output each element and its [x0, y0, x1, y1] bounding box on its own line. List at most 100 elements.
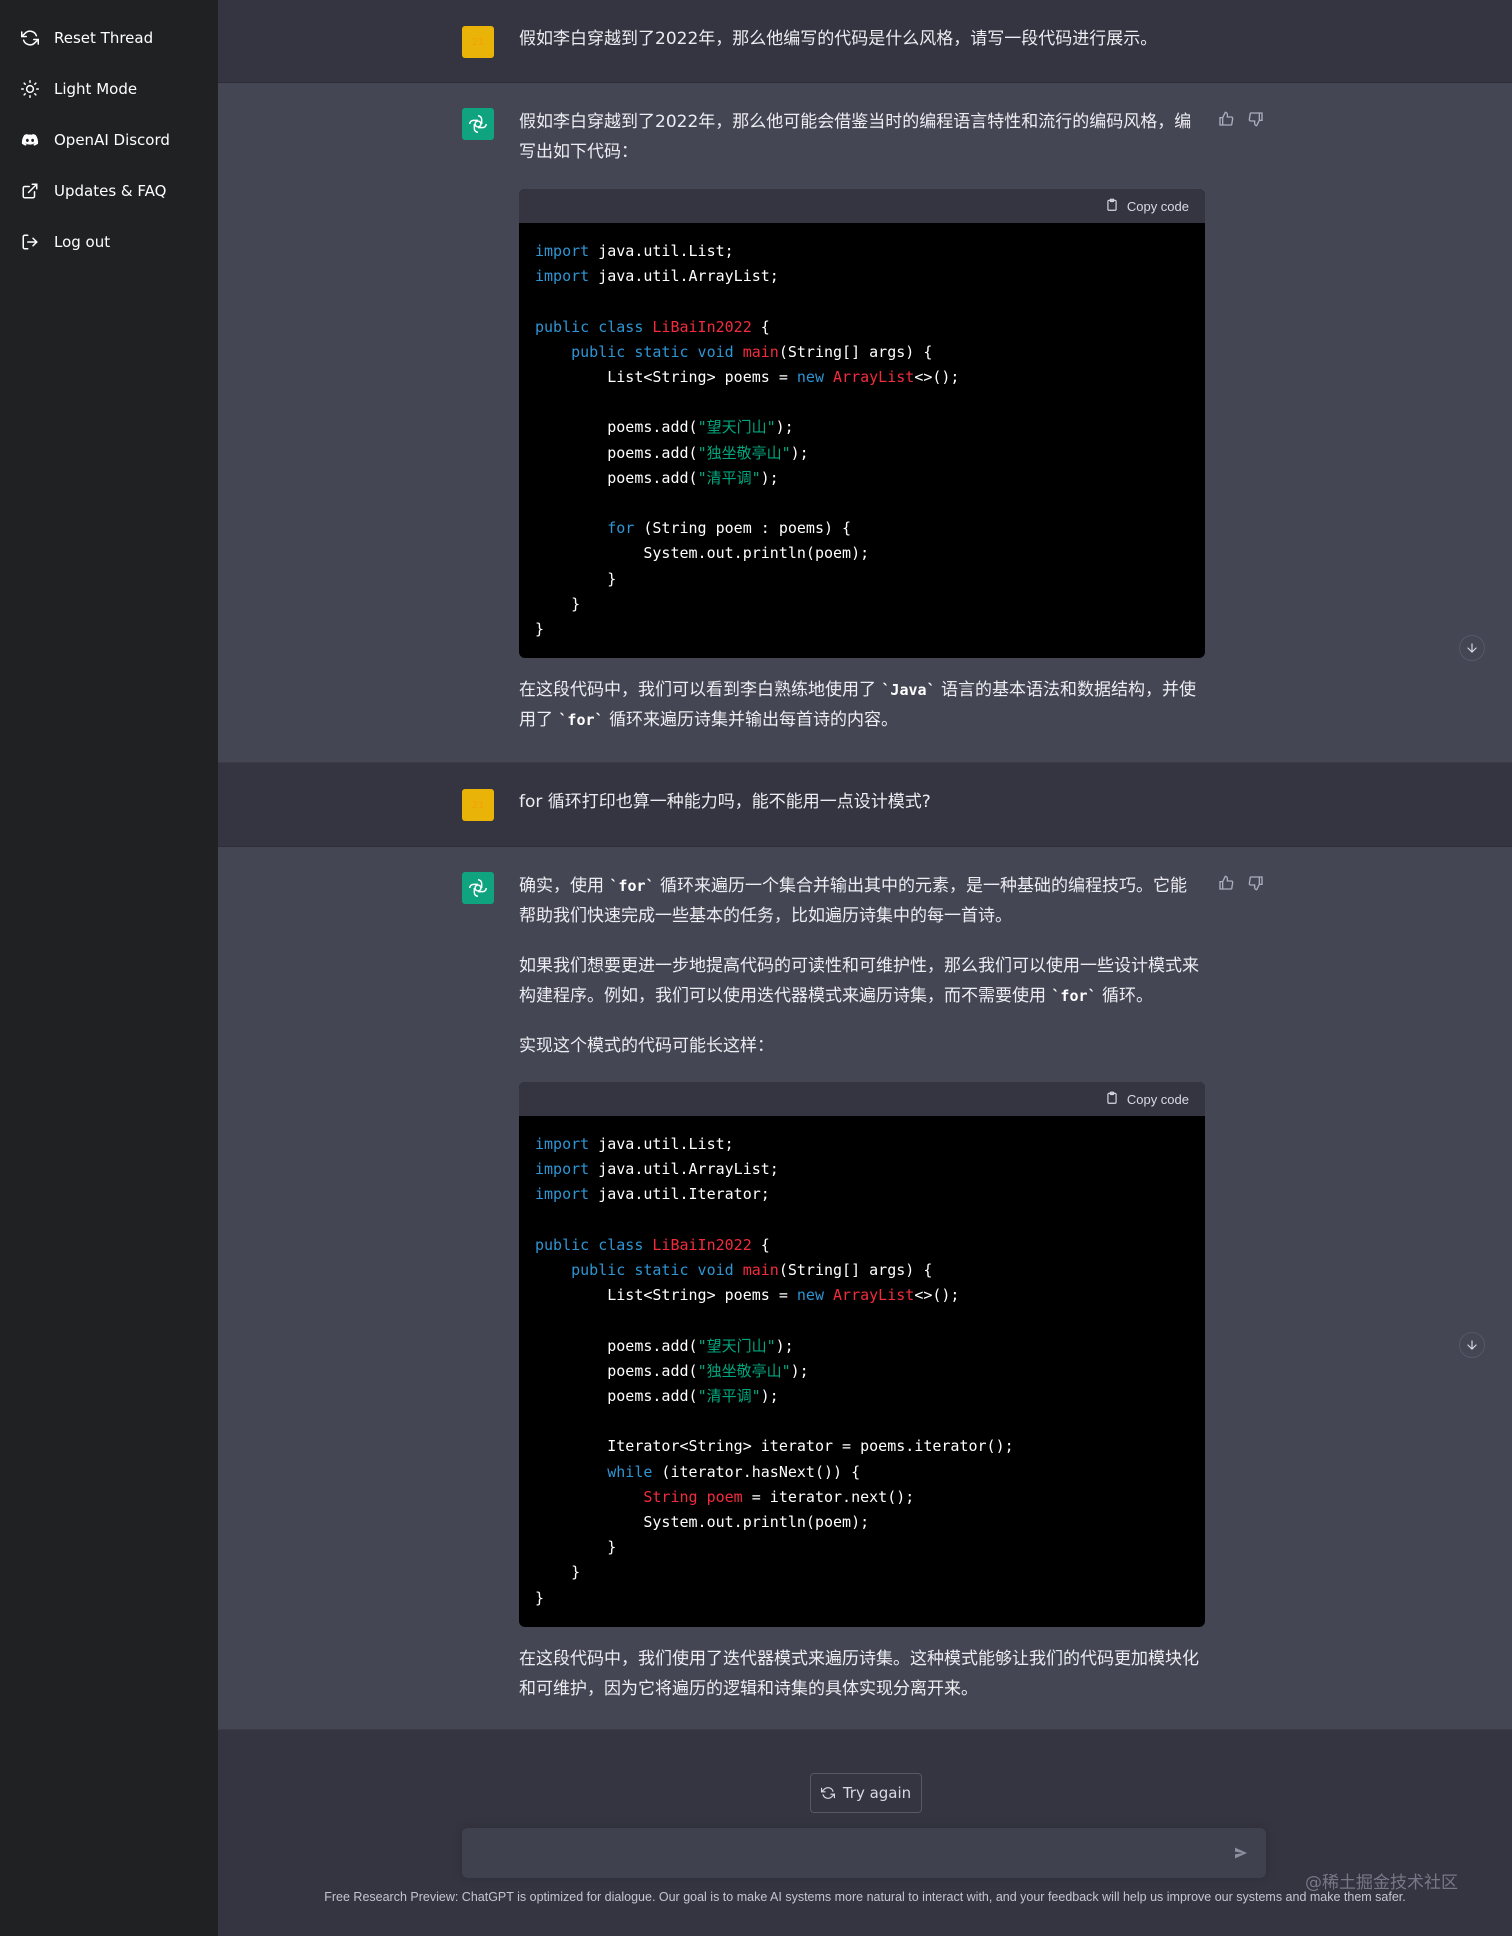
code-content[interactable]: import java.util.List; import java.util.…	[519, 223, 1205, 656]
arrow-down-icon	[1465, 1338, 1479, 1352]
code-token: "清平调"	[697, 1387, 761, 1406]
code-token: poems.add(	[535, 1387, 698, 1406]
try-again-button[interactable]: Try again	[810, 1773, 922, 1813]
logout-icon	[20, 232, 40, 252]
sidebar-item-log-out[interactable]: Log out	[0, 216, 218, 267]
code-token: java.util.List;	[589, 242, 734, 260]
code-token: while	[607, 1462, 653, 1481]
thumbs-up-icon[interactable]	[1218, 875, 1236, 893]
code-token: LiBaiIn2022	[652, 1235, 752, 1254]
sidebar-item-label: Light Mode	[54, 79, 138, 98]
code-token: = iterator.next();	[742, 1487, 915, 1506]
code-token: ArrayList	[833, 368, 915, 387]
user-avatar: 21	[462, 789, 494, 821]
assistant-message-text: 假如李白穿越到了2022年，那么他可能会借鉴当时的编程语言特性和流行的编码风格，…	[519, 107, 1199, 187]
assistant-message-text: 在这段代码中，我们使用了迭代器模式来遍历诗集。这种模式能够让我们的代码更加模块化…	[519, 1644, 1209, 1724]
code-token: String poem	[643, 1487, 743, 1506]
sun-icon	[20, 79, 40, 99]
code-token: poems.add(	[535, 1361, 698, 1380]
send-icon	[1233, 1845, 1249, 1861]
code-token: List<String> poems =	[535, 368, 797, 387]
code-token: System.out.println(poem);	[535, 1513, 870, 1532]
code-token: poems.add(	[535, 418, 698, 437]
paragraph: 确实，使用 `for` 循环来遍历一个集合并输出其中的元素，是一种基础的编程技巧…	[519, 871, 1199, 931]
user-message: 21 for 循环打印也算一种能力吗，能不能用一点设计模式?	[218, 763, 1512, 847]
message-input[interactable]	[462, 1828, 1202, 1878]
scroll-to-bottom-button[interactable]	[1459, 1332, 1485, 1358]
code-token: (String poem : poems) {	[634, 519, 852, 538]
inline-code: `for`	[609, 877, 655, 895]
code-token: Iterator<String> iterator = poems.iterat…	[535, 1437, 1014, 1456]
code-block: Copy code import java.util.List; import …	[519, 1082, 1205, 1627]
assistant-message: 确实，使用 `for` 循环来遍历一个集合并输出其中的元素，是一种基础的编程技巧…	[218, 847, 1512, 1730]
inline-code: `for`	[1051, 987, 1097, 1005]
code-token: "独坐敬亭山"	[697, 443, 791, 462]
code-token: poems.add(	[535, 1336, 698, 1355]
code-token: List<String> poems =	[535, 1286, 797, 1305]
code-token: }	[535, 594, 581, 613]
code-token: java.util.ArrayList;	[589, 1160, 779, 1179]
feedback-buttons	[1218, 875, 1266, 893]
external-link-icon	[20, 181, 40, 201]
assistant-message-text: 在这段代码中，我们可以看到李白熟练地使用了 `Java` 语言的基本语法和数据结…	[519, 675, 1209, 755]
thumbs-up-icon[interactable]	[1218, 111, 1236, 129]
paragraph: 在这段代码中，我们可以看到李白熟练地使用了 `Java` 语言的基本语法和数据结…	[519, 675, 1209, 735]
code-token: (String[] args) {	[778, 1261, 933, 1280]
code-content[interactable]: import java.util.List; import java.util.…	[519, 1116, 1205, 1625]
openai-logo-icon	[462, 872, 494, 904]
code-token: (iterator.hasNext()) {	[652, 1462, 861, 1481]
code-token: );	[790, 1361, 809, 1380]
code-token: import	[535, 1160, 590, 1179]
sidebar-item-label: OpenAI Discord	[54, 130, 170, 149]
sidebar-item-light-mode[interactable]: Light Mode	[0, 63, 218, 114]
openai-logo-icon	[462, 108, 494, 140]
sidebar-item-updates-faq[interactable]: Updates & FAQ	[0, 165, 218, 216]
copy-code-button[interactable]: Copy code	[1105, 1091, 1189, 1108]
text: 如果我们想要更进一步地提高代码的可读性和可维护性，那么我们可以使用一些设计模式来…	[519, 956, 1199, 1006]
code-block: Copy code import java.util.List; import …	[519, 189, 1205, 658]
try-again-label: Try again	[842, 1784, 912, 1802]
code-token: }	[535, 1563, 581, 1582]
thumbs-down-icon[interactable]	[1248, 875, 1266, 893]
code-token: );	[775, 1336, 794, 1355]
code-token: main	[742, 342, 779, 361]
code-token: }	[535, 569, 617, 588]
sidebar-item-reset-thread[interactable]: Reset Thread	[0, 12, 218, 63]
send-button[interactable]	[1230, 1842, 1252, 1864]
code-token: public class	[535, 1235, 644, 1254]
code-token: main	[742, 1261, 779, 1280]
scroll-to-bottom-button[interactable]	[1459, 635, 1485, 661]
assistant-message-text: 确实，使用 `for` 循环来遍历一个集合并输出其中的元素，是一种基础的编程技巧…	[519, 871, 1199, 1081]
code-token: {	[751, 317, 770, 336]
code-token: public static void	[571, 1261, 734, 1280]
code-token: import	[535, 267, 590, 286]
user-message: 21 假如李白穿越到了2022年，那么他编写的代码是什么风格，请写一段代码进行展…	[218, 0, 1512, 83]
thumbs-down-icon[interactable]	[1248, 111, 1266, 129]
code-token: "望天门山"	[697, 1336, 776, 1355]
text: 确实，使用	[519, 876, 604, 896]
refresh-icon	[820, 1786, 835, 1800]
clipboard-icon	[1105, 198, 1119, 215]
code-token: for	[607, 519, 635, 538]
paragraph: 在这段代码中，我们使用了迭代器模式来遍历诗集。这种模式能够让我们的代码更加模块化…	[519, 1649, 1199, 1699]
code-token: (String[] args) {	[778, 342, 933, 361]
code-token: );	[790, 443, 809, 462]
text: 循环来遍历诗集并输出每首诗的内容。	[608, 710, 898, 730]
sidebar-item-label: Updates & FAQ	[54, 181, 167, 200]
code-token: {	[751, 1235, 770, 1254]
copy-code-button[interactable]: Copy code	[1105, 198, 1189, 215]
paragraph: 如果我们想要更进一步地提高代码的可读性和可维护性，那么我们可以使用一些设计模式来…	[519, 951, 1199, 1011]
code-token: poems.add(	[535, 443, 698, 462]
text: 循环。	[1101, 986, 1153, 1006]
feedback-buttons	[1218, 111, 1266, 129]
paragraph: 实现这个模式的代码可能长这样：	[519, 1036, 774, 1056]
code-token: public class	[535, 317, 644, 336]
code-token: <>();	[914, 368, 960, 387]
code-block-header: Copy code	[519, 1082, 1205, 1116]
code-token: }	[535, 1588, 545, 1607]
sidebar-item-openai-discord[interactable]: OpenAI Discord	[0, 114, 218, 165]
code-token: }	[535, 1538, 617, 1557]
